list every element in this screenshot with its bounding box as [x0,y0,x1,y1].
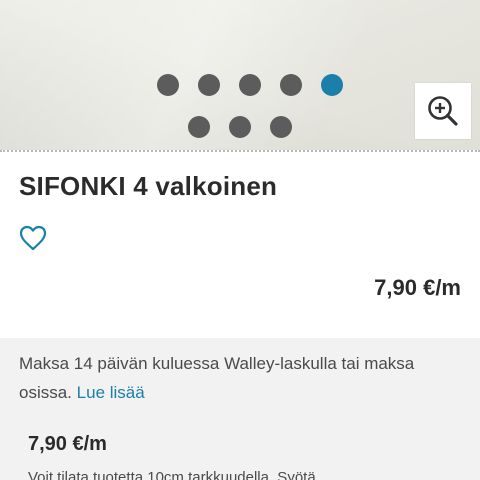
heart-outline-icon [19,225,47,251]
gallery-dot[interactable] [188,116,210,138]
product-price: 7,90 €/m [374,275,461,300]
read-more-link[interactable]: Lue lisää [77,383,145,402]
product-page: SIFONKI 4 valkoinen 7,90 €/m Maksa 14 pä… [0,0,480,480]
details-price: 7,90 €/m [28,433,107,455]
order-info-text: Voit tilata tuotetta 10cm tarkkuudella. … [28,469,316,480]
gallery-dot-active[interactable] [321,74,343,96]
section-divider [0,150,480,152]
gallery-dot[interactable] [157,74,179,96]
product-image-gallery[interactable] [0,0,480,150]
payment-info-text: Maksa 14 päivän kuluessa Walley-laskulla… [19,349,464,407]
gallery-pagination [0,74,480,150]
gallery-dot[interactable] [270,116,292,138]
zoom-in-icon [428,96,458,126]
gallery-dot[interactable] [229,116,251,138]
gallery-dot[interactable] [198,74,220,96]
favorite-button[interactable] [19,225,47,251]
gallery-dot[interactable] [239,74,261,96]
gallery-dot[interactable] [280,74,302,96]
product-title: SIFONKI 4 valkoinen [19,171,278,201]
zoom-button[interactable] [415,83,471,139]
